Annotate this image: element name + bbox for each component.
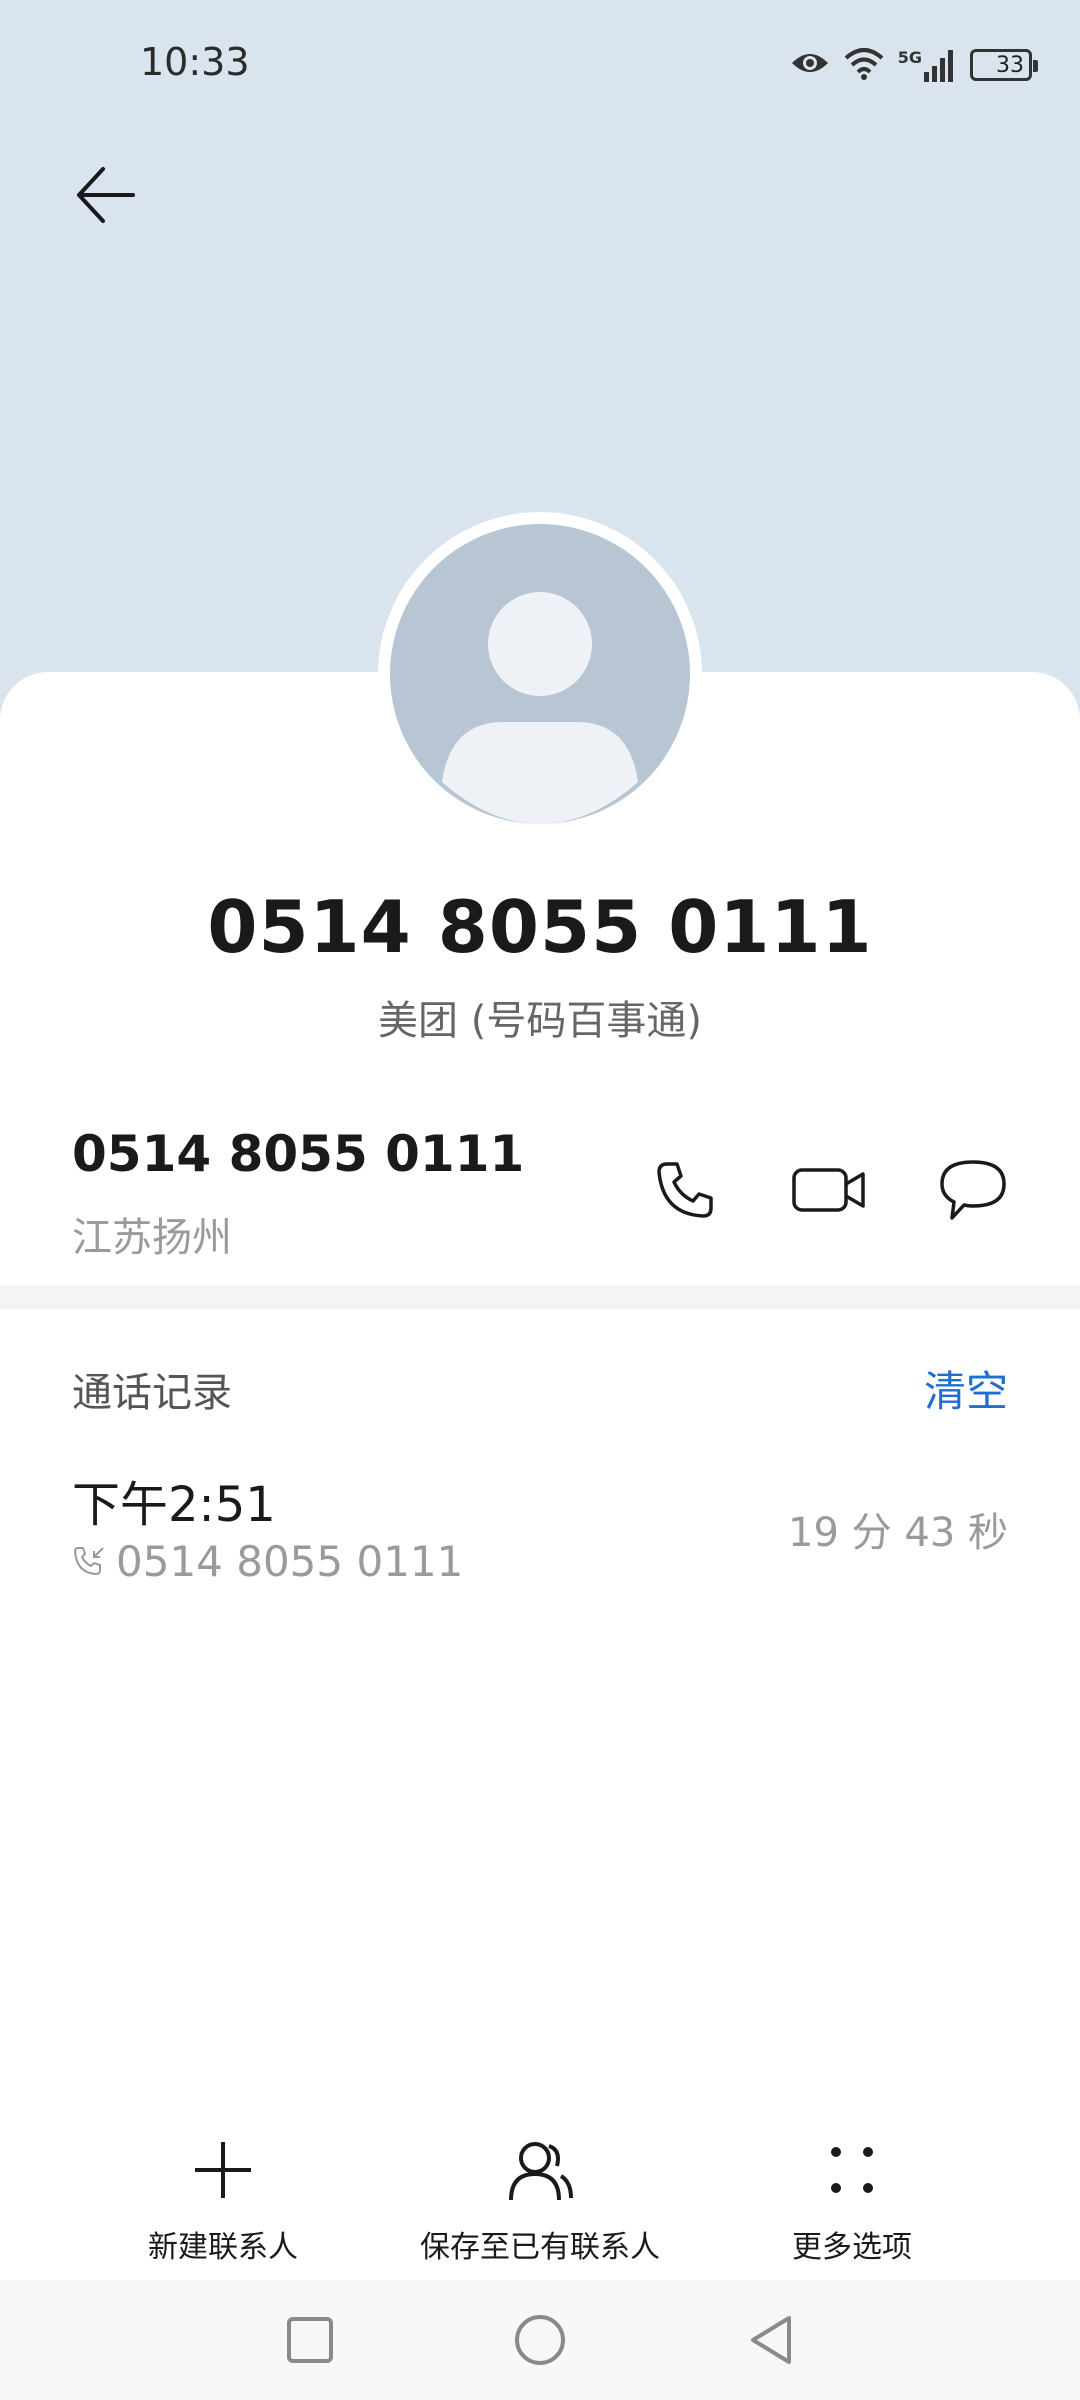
battery-level: 33 (996, 52, 1024, 78)
eye-icon (790, 48, 830, 82)
more-options-button[interactable]: 更多选项 (792, 2130, 912, 2270)
more-dots-icon (812, 2130, 892, 2210)
system-nav-bar (0, 2280, 1080, 2400)
call-button[interactable] (640, 1150, 730, 1230)
home-button[interactable] (500, 2300, 580, 2380)
contacts-icon (500, 2130, 580, 2210)
new-contact-label: 新建联系人 (148, 2230, 298, 2265)
phone-icon (657, 1162, 713, 1218)
status-time: 10:33 (140, 40, 250, 84)
more-options-label: 更多选项 (792, 2230, 912, 2265)
incoming-call-icon (73, 1546, 104, 1575)
wifi-icon (844, 46, 884, 84)
save-to-existing-button[interactable]: 保存至已有联系人 (420, 2130, 660, 2270)
phone-location: 江苏扬州 (72, 1215, 232, 1261)
video-call-button[interactable] (784, 1150, 874, 1230)
section-divider (0, 1285, 1080, 1309)
clear-log-button[interactable]: 清空 (924, 1358, 1008, 1419)
plus-icon (183, 2130, 263, 2210)
new-contact-button[interactable]: 新建联系人 (148, 2130, 298, 2270)
chat-bubble-icon (940, 1160, 1006, 1220)
phone-number[interactable]: 0514 8055 0111 (72, 1125, 524, 1183)
call-log-duration: 19 分 43 秒 (788, 1510, 1008, 1556)
video-camera-icon (792, 1168, 865, 1212)
save-to-existing-label: 保存至已有联系人 (420, 2230, 660, 2265)
contact-number-title: 0514 8055 0111 (207, 885, 873, 969)
nav-back-button[interactable] (730, 2300, 810, 2380)
circle-icon (515, 2315, 565, 2365)
signal-icon: 5G (898, 48, 956, 82)
avatar-placeholder-icon (390, 524, 690, 824)
network-type-label: 5G (897, 48, 922, 67)
call-log-time: 下午2:51 (72, 1477, 276, 1533)
call-log-number-row: 0514 8055 0111 (72, 1537, 463, 1586)
call-log-number: 0514 8055 0111 (116, 1537, 464, 1586)
triangle-back-icon (751, 2316, 791, 2364)
recent-apps-button[interactable] (270, 2300, 350, 2380)
call-log-title: 通话记录 (72, 1370, 232, 1416)
square-icon (287, 2317, 333, 2363)
message-button[interactable] (928, 1150, 1018, 1230)
battery-icon: 33 (970, 49, 1038, 81)
arrow-left-icon (77, 167, 135, 223)
contact-label: 美团 (号码百事通) (378, 998, 702, 1044)
avatar (378, 512, 702, 836)
back-button[interactable] (60, 150, 150, 240)
status-icons: 5G 33 (790, 40, 1038, 90)
